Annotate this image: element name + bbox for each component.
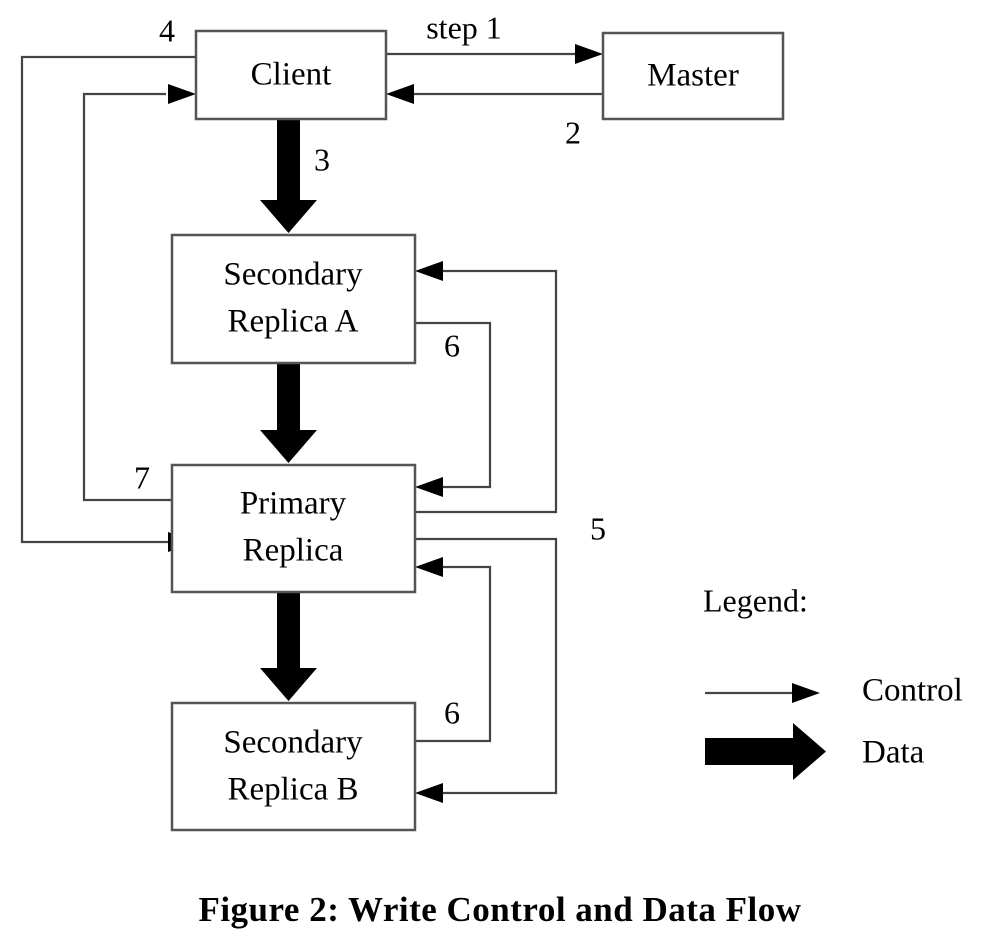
step-label-5: 5 [590, 510, 606, 546]
node-secondary-replica-a-label-line1: Secondary [223, 257, 363, 293]
edge-secondary-a-to-primary-arrowhead [415, 477, 443, 497]
data-arrow-client-to-secondary-a-shape [260, 119, 317, 233]
node-secondary-replica-b[interactable]: Secondary Replica B [170, 701, 417, 832]
node-master-label: Master [647, 58, 739, 94]
node-master[interactable]: Master [601, 31, 785, 121]
node-secondary-replica-a-box[interactable] [170, 233, 417, 365]
node-secondary-replica-b-label-line1: Secondary [223, 725, 363, 761]
edge-primary-to-secondary-b [415, 537, 558, 803]
legend: Legend: Control Data [703, 582, 963, 780]
node-primary-replica-label-line2: Replica [243, 533, 344, 569]
step-label-3: 3 [314, 141, 330, 177]
edge-primary-to-client-arrowhead [168, 84, 196, 104]
edge-secondary-b-to-primary-arrowhead [415, 557, 443, 577]
legend-control-arrow-icon [705, 683, 820, 703]
legend-data-arrow-shape [705, 723, 826, 780]
data-arrow-client-to-secondary-a [260, 119, 317, 233]
write-control-data-flow-diagram: Client Master Secondary Replica A Primar… [20, 9, 963, 929]
edge-primary-to-secondary-a-arrowhead [415, 261, 443, 281]
legend-control-label: Control [862, 673, 963, 709]
figure-caption: Figure 2: Write Control and Data Flow [198, 890, 801, 929]
data-arrow-secondary-a-to-primary-shape [260, 363, 317, 463]
node-secondary-replica-a[interactable]: Secondary Replica A [170, 233, 417, 365]
edge-client-to-master [386, 44, 603, 64]
legend-data-arrow-icon [705, 723, 826, 780]
node-client[interactable]: Client [194, 29, 388, 121]
figure-container: Client Master Secondary Replica A Primar… [0, 0, 1000, 946]
legend-title: Legend: [703, 582, 808, 618]
node-secondary-replica-b-label-line2: Replica B [227, 772, 358, 808]
edge-client-to-master-arrowhead [575, 44, 603, 64]
edge-client-to-primary-line [20, 55, 196, 544]
legend-control-arrowhead [792, 683, 820, 703]
step-label-step1: step 1 [426, 9, 502, 45]
data-arrow-primary-to-secondary-b-shape [260, 592, 317, 701]
node-primary-replica[interactable]: Primary Replica [170, 463, 417, 594]
node-primary-replica-label-line1: Primary [240, 486, 347, 522]
edge-primary-to-secondary-a [415, 261, 558, 514]
edge-client-to-primary [20, 55, 196, 552]
edge-primary-to-secondary-a-line [415, 269, 558, 514]
edge-primary-to-secondary-b-line [415, 537, 558, 795]
step-label-7: 7 [134, 459, 150, 495]
node-secondary-replica-b-box[interactable] [170, 701, 417, 832]
step-label-6-lower: 6 [444, 694, 460, 730]
step-label-2: 2 [565, 114, 581, 150]
data-arrow-secondary-a-to-primary [260, 363, 317, 463]
step-label-6-upper: 6 [444, 327, 460, 363]
step-label-4: 4 [159, 12, 175, 48]
node-secondary-replica-a-label-line2: Replica A [227, 304, 358, 340]
node-primary-replica-box[interactable] [170, 463, 417, 594]
data-arrow-primary-to-secondary-b [260, 592, 317, 701]
edge-master-to-client-arrowhead [386, 84, 414, 104]
edge-master-to-client [386, 84, 603, 104]
edge-primary-to-secondary-b-arrowhead [415, 783, 443, 803]
legend-data-label: Data [862, 735, 925, 771]
node-client-label: Client [251, 57, 332, 93]
